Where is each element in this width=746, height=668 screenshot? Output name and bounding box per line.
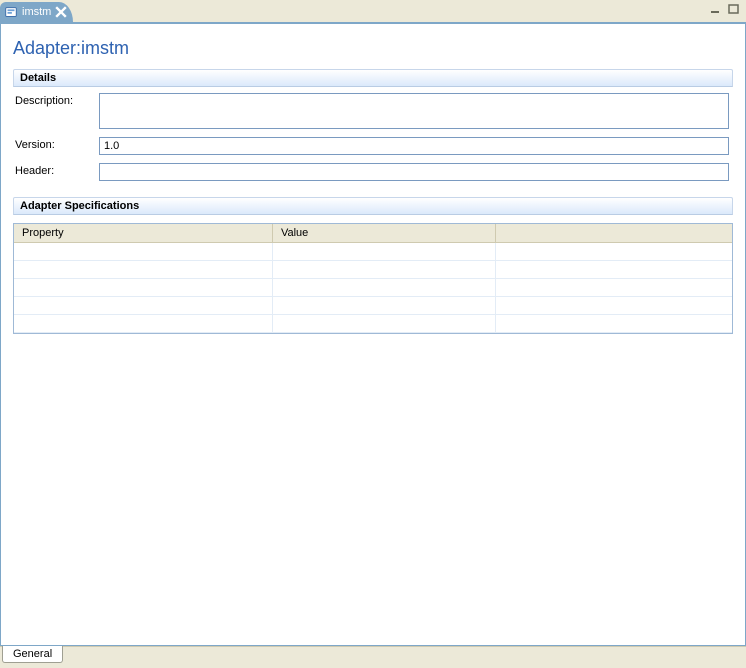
col-blank[interactable] xyxy=(495,224,732,242)
bottom-tab-bar: General xyxy=(0,646,746,666)
table-row[interactable] xyxy=(14,278,732,296)
version-input[interactable] xyxy=(99,137,729,155)
col-property[interactable]: Property xyxy=(14,224,272,242)
specs-section: Adapter Specifications Property Value xyxy=(13,197,733,334)
col-value[interactable]: Value xyxy=(272,224,495,242)
editor-tab-imstm[interactable]: imstm xyxy=(0,2,73,22)
specs-table[interactable]: Property Value xyxy=(14,224,732,333)
editor-tab-bar: imstm xyxy=(0,0,746,22)
table-row[interactable] xyxy=(14,260,732,278)
version-label: Version: xyxy=(15,137,93,151)
table-row[interactable] xyxy=(14,314,732,332)
editor-pane: Adapter:imstm Details Description: Versi… xyxy=(0,22,746,646)
editor-tab-label: imstm xyxy=(22,6,51,18)
table-row[interactable] xyxy=(14,242,732,260)
page-title: Adapter:imstm xyxy=(13,38,733,59)
details-header: Details xyxy=(13,69,733,87)
adapter-file-icon xyxy=(4,5,18,19)
description-input[interactable] xyxy=(99,93,729,129)
header-input[interactable] xyxy=(99,163,729,181)
tab-general[interactable]: General xyxy=(2,646,63,663)
maximize-icon[interactable] xyxy=(726,2,742,16)
details-section: Details Description: Version: Header: xyxy=(13,69,733,189)
header-label: Header: xyxy=(15,163,93,177)
minimize-icon[interactable] xyxy=(708,2,724,16)
specs-header: Adapter Specifications xyxy=(13,197,733,215)
table-row[interactable] xyxy=(14,296,732,314)
close-icon[interactable] xyxy=(55,6,67,18)
description-label: Description: xyxy=(15,93,93,107)
